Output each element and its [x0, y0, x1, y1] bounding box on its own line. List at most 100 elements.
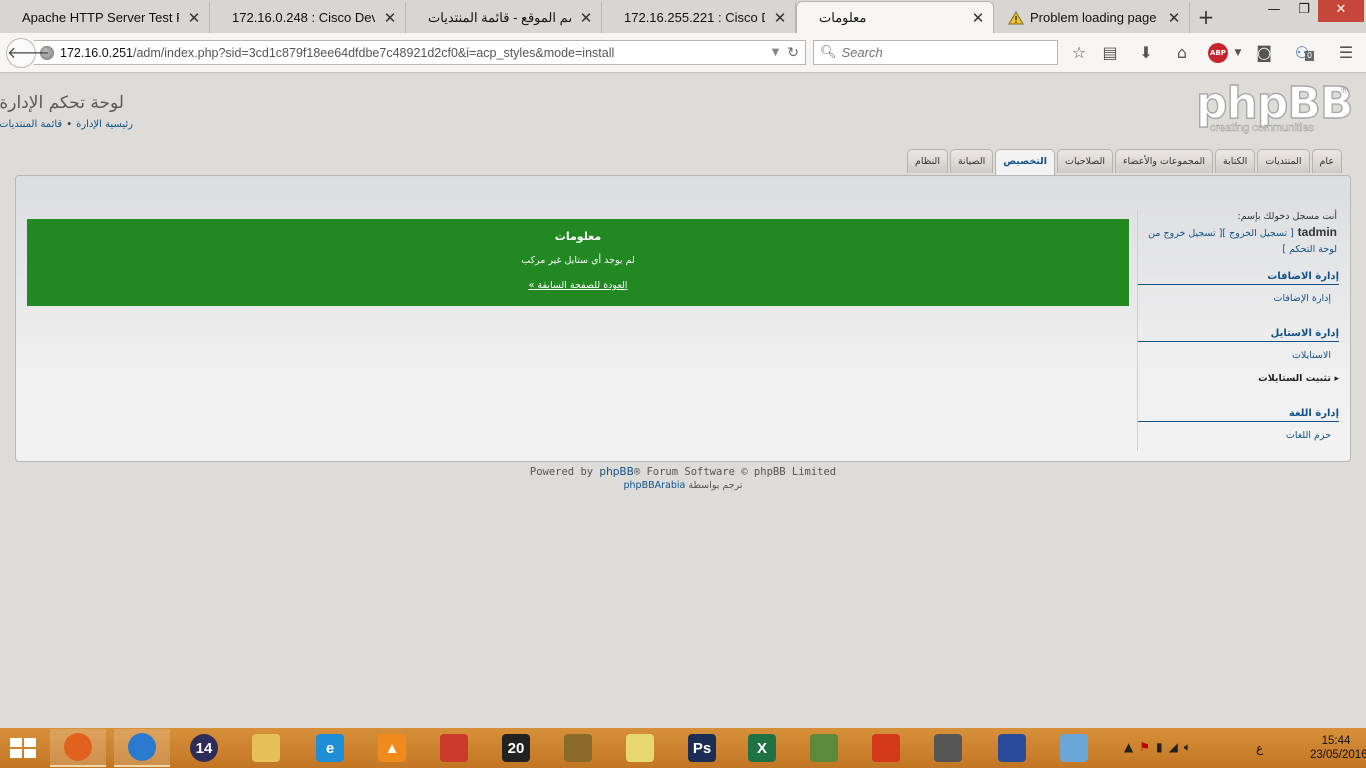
tab-general[interactable]: عام	[1311, 149, 1342, 173]
clock[interactable]: 15:44 23/05/2016	[1310, 734, 1366, 762]
url-dropdown-icon[interactable]: ▼	[772, 47, 780, 58]
hamburger-menu-icon[interactable]: ☰	[1336, 43, 1356, 63]
adblock-dropdown-icon[interactable]: ▼	[1228, 43, 1248, 63]
url-bar[interactable]: 172.16.0.251/adm/index.php?sid=3cd1c879f…	[34, 40, 806, 65]
taskbar-app[interactable]	[984, 729, 1040, 767]
tab-close-icon[interactable]: ✕	[187, 9, 201, 27]
ccleaner-icon	[440, 734, 468, 762]
monitor-app-icon	[810, 734, 838, 762]
taskbar-app[interactable]: ▲	[364, 729, 420, 767]
tab-close-icon[interactable]: ✕	[773, 9, 787, 27]
minimize-icon[interactable]: —	[1258, 0, 1290, 22]
menu-item-manage-extensions[interactable]: إدارة الإضافات	[1138, 285, 1339, 304]
taskbar-app[interactable]	[858, 729, 914, 767]
window-close-icon[interactable]: ✕	[1318, 0, 1364, 22]
search-icon: 🔍︎	[820, 45, 837, 60]
taskbar-app[interactable]: Ps	[674, 729, 730, 767]
phpbb-logo[interactable]: phpBB ® creating communities	[1195, 81, 1354, 138]
bookmark-star-icon[interactable]: ☆	[1069, 43, 1089, 63]
taskbar-app[interactable]	[796, 729, 852, 767]
restore-icon[interactable]: ❐	[1288, 0, 1320, 22]
warning-icon	[1008, 10, 1024, 24]
taskbar-app[interactable]	[612, 729, 668, 767]
taskbar-app[interactable]	[238, 729, 294, 767]
taskbar-app[interactable]	[114, 729, 170, 767]
tab-forums[interactable]: المنتديات	[1257, 149, 1310, 173]
tab-close-icon[interactable]: ✕	[1167, 9, 1181, 27]
menu-section-language: إدارة اللغة	[1138, 408, 1339, 422]
tab-title: 172.16.255.221 : Cisco Devic...	[624, 10, 765, 25]
powered-suffix: ® Forum Software © phpBB Limited	[633, 466, 837, 478]
tab-close-icon[interactable]: ✕	[579, 9, 593, 27]
zip-app-icon	[564, 734, 592, 762]
file-explorer-icon	[252, 734, 280, 762]
paint-icon	[1060, 734, 1088, 762]
nero-icon	[872, 734, 900, 762]
taskbar-app[interactable]	[426, 729, 482, 767]
powered-by-line: Powered by phpBB® Forum Software © phpBB…	[0, 466, 1366, 479]
tray-expand-icon[interactable]: ▲	[1124, 740, 1133, 758]
url-text[interactable]: 172.16.0.251/adm/index.php?sid=3cd1c879f…	[60, 46, 772, 60]
downloads-icon[interactable]: ⬇	[1136, 43, 1156, 63]
taskbar-app[interactable]: X	[734, 729, 790, 767]
menu-item-language-packs[interactable]: حزم اللغات	[1138, 422, 1339, 441]
back-link[interactable]: « العودة للصفحة السابقة	[529, 280, 628, 291]
tray-network-icon[interactable]: ◢	[1169, 740, 1178, 758]
tray-flag-icon[interactable]: ⚑	[1139, 740, 1150, 758]
tab-maintenance[interactable]: الصيانة	[949, 149, 994, 173]
tab-title: Apache HTTP Server Test P...	[22, 10, 179, 25]
side-menu: أنت مسجل دخولك بإسم: tadmin [ تسجيل الخر…	[1137, 209, 1339, 451]
browser-tab[interactable]: 172.16.0.248 : Cisco Device ... ✕	[210, 2, 406, 33]
search-input[interactable]	[841, 45, 1042, 60]
network-icon[interactable]: ⚇ 0	[1292, 43, 1315, 63]
browser-tab[interactable]: 172.16.255.221 : Cisco Devic... ✕	[602, 2, 796, 33]
breadcrumb-acp-home[interactable]: رئيسية الإدارة	[76, 119, 133, 130]
taskbar-app[interactable]: 20	[488, 729, 544, 767]
taskbar-app[interactable]: 14	[176, 729, 232, 767]
phpbb-link[interactable]: phpBB	[599, 466, 633, 478]
menu-item-styles[interactable]: الاستايلات	[1138, 342, 1339, 361]
info-message-box: معلومات لم يوجد أي ستايل غير مركب « العو…	[27, 219, 1129, 306]
clock-time: 15:44	[1321, 735, 1351, 747]
tab-close-icon[interactable]: ✕	[383, 9, 397, 27]
username: tadmin	[1297, 225, 1337, 239]
reading-list-icon[interactable]: ▤	[1100, 43, 1120, 63]
browser-tab-active[interactable]: معلومات ✕	[796, 1, 994, 33]
tab-system[interactable]: النظام	[906, 149, 948, 173]
taskbar-app[interactable]	[920, 729, 976, 767]
home-icon[interactable]: ⌂	[1172, 43, 1192, 63]
firefox-app-icon	[64, 733, 92, 761]
new-tab-plus-icon[interactable]: +	[1196, 5, 1216, 29]
search-bar[interactable]: 🔍︎	[813, 40, 1058, 65]
login-info: tadmin [ تسجيل الخروج ][ تسجيل خروج من ل…	[1138, 222, 1339, 257]
taskbar-app[interactable]	[550, 729, 606, 767]
browser-tab[interactable]: Problem loading page ✕	[994, 2, 1190, 33]
breadcrumb: رئيسية الإدارة• قائمة المنتديات	[0, 119, 133, 130]
language-indicator[interactable]: ع	[1256, 741, 1263, 755]
taskbar-app[interactable]	[50, 729, 106, 767]
taskbar-app[interactable]: e	[302, 729, 358, 767]
tab-title: 172.16.0.248 : Cisco Device ...	[232, 10, 375, 25]
adblock-icon[interactable]: ABP	[1208, 43, 1228, 63]
tab-close-icon[interactable]: ✕	[971, 9, 985, 27]
tab-permissions[interactable]: الصلاحيات	[1057, 149, 1114, 173]
main-panel: أنت مسجل دخولك بإسم: tadmin [ تسجيل الخر…	[15, 175, 1351, 462]
translator-link[interactable]: phpBBArabia	[623, 480, 685, 491]
tab-users-groups[interactable]: المجموعات والأعضاء	[1115, 149, 1214, 173]
reload-icon[interactable]: ↻	[787, 45, 799, 61]
tray-power-icon[interactable]: ▮	[1156, 740, 1163, 758]
browser-tab[interactable]: Apache HTTP Server Test P... ✕	[0, 2, 210, 33]
pocket-icon[interactable]: ◙	[1254, 43, 1274, 63]
tab-posting[interactable]: الكتابة	[1215, 149, 1256, 173]
menu-item-wrap: تثبيت الستايلات	[1138, 361, 1339, 384]
breadcrumb-forum-index[interactable]: قائمة المنتديات	[0, 119, 62, 130]
tab-title: معلومات	[819, 9, 867, 25]
taskbar-app[interactable]	[1046, 729, 1102, 767]
windows-start-icon[interactable]	[8, 736, 38, 760]
tab-customise[interactable]: التخصيص	[995, 149, 1055, 175]
back-arrow-icon[interactable]: 🡐	[6, 38, 50, 68]
browser-tab[interactable]: اسم الموقع - قائمة المنتديات ✕	[406, 2, 602, 33]
tray-volume-icon[interactable]: 🔈︎	[1184, 740, 1191, 758]
sticky-notes-icon	[626, 734, 654, 762]
menu-item-install-styles[interactable]: تثبيت الستايلات	[1138, 361, 1339, 384]
